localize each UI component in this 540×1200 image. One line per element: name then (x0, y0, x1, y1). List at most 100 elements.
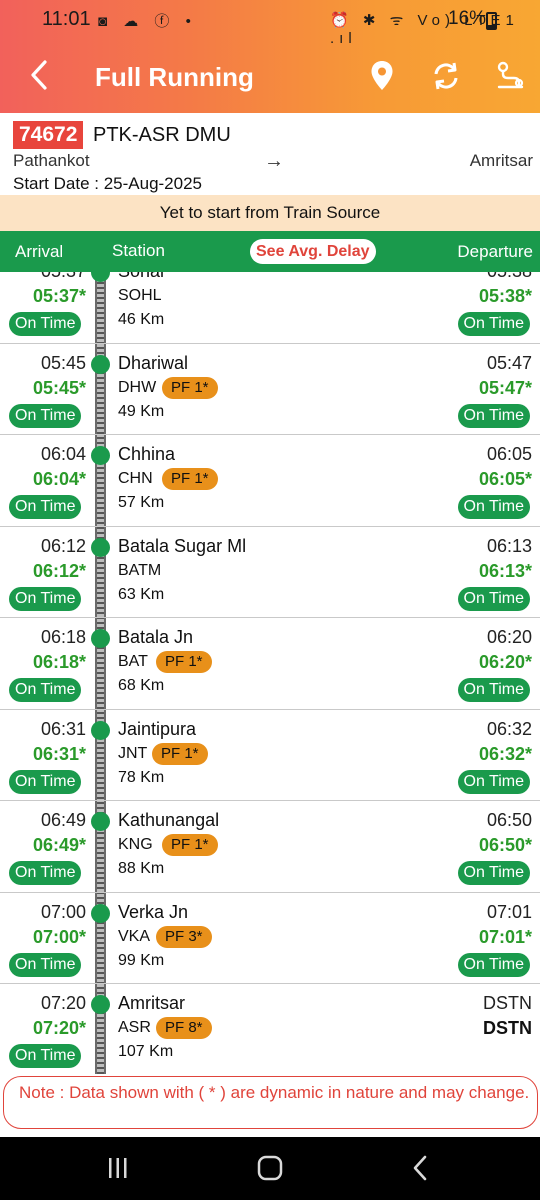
station-row[interactable]: 05:37 05:37* On Time Sohal SOHL 46 Km 05… (0, 272, 540, 344)
arrival-actual: 07:00* (32, 926, 86, 947)
departure-status-badge: On Time (457, 769, 530, 794)
departure-actual: 06:32* (478, 743, 532, 764)
dynamic-data-note: Note : Data shown with ( * ) are dynamic… (3, 1076, 538, 1129)
departure-actual: DSTN (483, 1018, 532, 1038)
station-distance: 88 Km (118, 860, 165, 877)
back-nav-icon (413, 1155, 427, 1181)
arrival-scheduled: 06:12 (40, 535, 86, 556)
station-code: JNT (118, 744, 148, 762)
home-button[interactable] (250, 1152, 290, 1184)
station-dot (91, 272, 110, 282)
station-code: ASR (118, 1019, 151, 1036)
departure-actual: 05:38* (478, 286, 532, 306)
platform-badge: PF 1* (162, 376, 218, 399)
station-row[interactable]: 06:18 06:18* On Time Batala Jn BAT PF 1*… (0, 618, 540, 710)
arrival-scheduled: 06:18 (40, 627, 86, 647)
station-code: VKA (118, 927, 151, 945)
avg-delay-button[interactable]: See Avg. Delay (250, 239, 376, 264)
departure-scheduled: 06:05 (486, 444, 532, 464)
station-distance: 68 Km (118, 677, 165, 694)
recents-icon (109, 1158, 127, 1178)
arrival-status-badge: On Time (9, 586, 82, 611)
station-row[interactable]: 07:20 07:20* On Time Amritsar ASR PF 8* … (0, 984, 540, 1074)
arrival-status-badge: On Time (9, 1044, 82, 1068)
back-button[interactable] (22, 55, 56, 95)
station-distance: 46 Km (118, 311, 165, 328)
platform-badge: PF 1* (162, 468, 218, 490)
departure-scheduled: 05:38 (487, 272, 532, 282)
departure-scheduled: 07:01 (486, 901, 532, 922)
station-row[interactable]: 06:04 06:04* On Time Chhina CHN PF 1* 57… (0, 435, 540, 527)
location-button[interactable] (362, 56, 402, 96)
station-dot (91, 812, 110, 831)
departure-scheduled: 05:47 (486, 352, 532, 373)
station-dot (91, 446, 110, 465)
station-dot (91, 720, 110, 740)
recents-button[interactable] (98, 1152, 138, 1184)
chevron-left-icon (31, 60, 47, 90)
station-code: SOHL (118, 287, 162, 304)
station-row[interactable]: 07:00 07:00* On Time Verka Jn VKA PF 3* … (0, 893, 540, 984)
departure-status-badge: On Time (457, 403, 530, 428)
platform-badge: PF 8* (156, 1017, 212, 1039)
refresh-button[interactable] (426, 56, 466, 96)
location-pin-icon (371, 61, 393, 90)
departure-actual: 06:05* (478, 469, 532, 489)
arrival-actual: 06:31* (32, 743, 86, 764)
back-nav-button[interactable] (400, 1152, 440, 1184)
arrival-scheduled: 05:45 (40, 352, 86, 373)
station-row[interactable]: 06:49 06:49* On Time Kathunangal KNG PF … (0, 801, 540, 893)
arrival-actual: 06:12* (32, 560, 86, 581)
departure-status-badge: On Time (457, 495, 530, 519)
station-dot (91, 354, 110, 374)
station-name: Batala Sugar Ml (118, 535, 247, 556)
station-row[interactable]: 06:12 06:12* On Time Batala Sugar Ml BAT… (0, 527, 540, 618)
station-distance: 57 Km (118, 494, 165, 511)
platform-badge: PF 3* (156, 925, 212, 948)
departure-actual: 06:13* (478, 560, 532, 581)
arrival-scheduled: 07:20 (40, 993, 86, 1013)
departure-scheduled: 06:50 (486, 810, 532, 830)
train-info: 74672 PTK-ASR DMU Pathankot → Amritsar S… (0, 113, 540, 195)
departure-actual: 06:20* (478, 652, 532, 672)
station-dot (91, 995, 110, 1014)
app-header: Full Running (0, 40, 540, 113)
station-name: Dhariwal (118, 352, 189, 373)
platform-badge: PF 1* (152, 742, 208, 765)
status-bar: 11:01 ◙ ☁ ⓕ • ⏰ ✱ ᯤ Vo) LTE1 .ıl 16% (0, 0, 540, 47)
departure-header: Departure (457, 242, 533, 261)
arrival-status-badge: On Time (9, 678, 82, 702)
arrival-status-badge: On Time (9, 952, 82, 977)
system-nav-bar (0, 1137, 540, 1200)
refresh-icon (434, 62, 458, 90)
station-dot (91, 903, 110, 923)
arrival-status-badge: On Time (9, 495, 82, 519)
station-dot (91, 537, 110, 557)
station-distance: 107 Km (118, 1043, 174, 1060)
arrival-scheduled: 07:00 (40, 901, 86, 922)
platform-badge: PF 1* (156, 651, 212, 673)
station-code: CHN (118, 470, 153, 487)
battery-icon (486, 12, 497, 30)
station-row[interactable]: 06:31 06:31* On Time Jaintipura JNT PF 1… (0, 710, 540, 801)
station-distance: 99 Km (118, 951, 165, 969)
station-row[interactable]: 05:45 05:45* On Time Dhariwal DHW PF 1* … (0, 344, 540, 435)
departure-actual: 06:50* (478, 835, 532, 855)
arrow-right-icon: → (264, 150, 284, 172)
arrival-scheduled: 06:49 (40, 810, 86, 830)
departure-status-badge: On Time (457, 861, 530, 885)
station-name: Sohal (118, 272, 164, 282)
station-header: Station (112, 241, 165, 260)
home-icon (257, 1155, 283, 1181)
arrival-actual: 06:18* (32, 652, 86, 672)
arrival-scheduled: 06:31 (40, 718, 86, 739)
start-date: Start Date : 25-Aug-2025 (13, 174, 203, 193)
station-name: Amritsar (118, 993, 185, 1013)
station-name: Chhina (118, 444, 176, 464)
arrival-status-badge: On Time (9, 312, 82, 336)
arrival-scheduled: 05:37 (0, 272, 86, 282)
departure-actual: 07:01* (478, 926, 532, 947)
route-button[interactable] (490, 56, 530, 96)
departure-status-badge: On Time (457, 312, 530, 336)
station-list[interactable]: 05:37 05:37* On Time Sohal SOHL 46 Km 05… (0, 272, 540, 1074)
